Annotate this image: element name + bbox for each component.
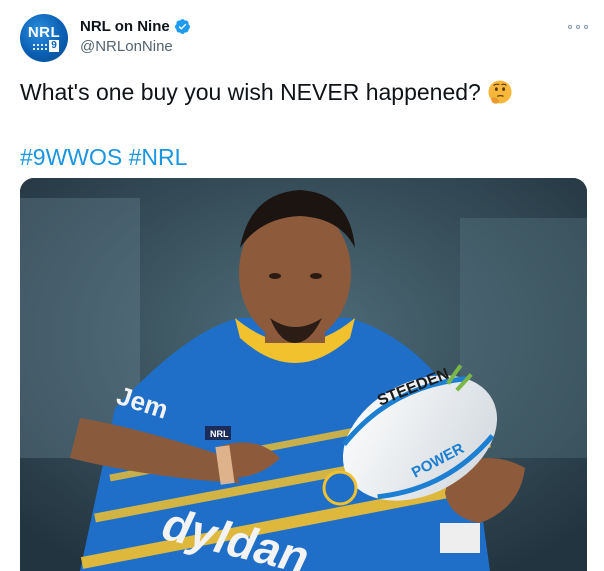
hashtag-nrl[interactable]: #NRL xyxy=(129,144,188,170)
thinking-face-icon xyxy=(488,80,512,104)
name-row: NRL on Nine xyxy=(80,16,191,36)
hashtag-9wwos[interactable]: #9WWOS xyxy=(20,144,122,170)
club-crest-icon xyxy=(322,470,358,506)
display-name[interactable]: NRL on Nine xyxy=(80,18,170,35)
hashtags: #9WWOS #NRL xyxy=(20,144,187,171)
more-options-icon[interactable] xyxy=(568,22,588,32)
nrl-badge-text: NRL xyxy=(210,429,229,439)
profile-avatar[interactable]: NRL 9 xyxy=(20,14,68,62)
player-photo: STEEDEN POWER dyldan Jem NRL xyxy=(20,178,587,571)
tweet-text-body: What's one buy you wish NEVER happened? xyxy=(20,79,481,105)
verified-badge-icon xyxy=(174,18,190,34)
avatar-logo-text: NRL xyxy=(27,24,61,41)
avatar-nine-badge: 9 xyxy=(49,40,59,52)
avatar-dots xyxy=(32,43,48,51)
user-handle[interactable]: @NRLonNine xyxy=(80,38,173,55)
tweet-card: NRL 9 NRL on Nine @NRLonNine What's one … xyxy=(0,0,604,571)
tweet-media-image[interactable]: STEEDEN POWER dyldan Jem NRL xyxy=(20,178,587,571)
tweet-text: What's one buy you wish NEVER happened? xyxy=(20,79,513,106)
